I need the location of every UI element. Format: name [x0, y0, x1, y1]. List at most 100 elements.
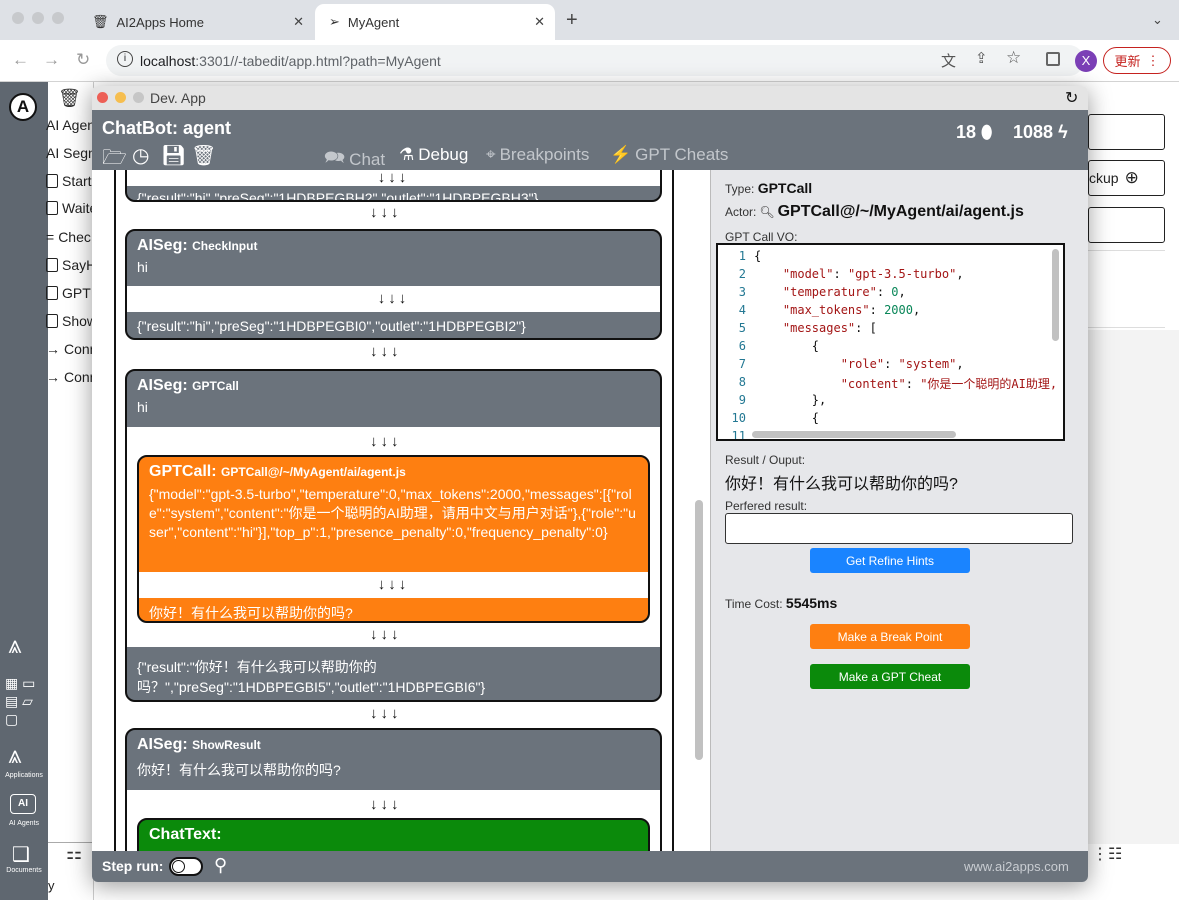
reload-icon[interactable]: ↻	[76, 50, 90, 70]
bg-box[interactable]	[1088, 114, 1165, 150]
documents-icon[interactable]: ❑	[12, 842, 30, 867]
tab-debug[interactable]: ⚗ Debug	[399, 145, 468, 165]
window-close-dot[interactable]	[12, 12, 24, 24]
search-icon[interactable]: ⚲	[214, 855, 227, 876]
tree-icon[interactable]: ⚏	[48, 842, 94, 870]
seg-result: {"result":"你好！有什么我可以帮助你的吗？","preSeg":"1H…	[137, 659, 486, 695]
flow-arrows: ↓↓↓	[370, 705, 402, 722]
vo-label: GPT Call VO:	[725, 230, 798, 244]
kebab-menu-icon: ⋮	[1146, 52, 1160, 68]
sliders-icon[interactable]: ⋮☷	[1088, 844, 1179, 872]
counter-value: 1088	[1013, 122, 1054, 142]
gpt-vo-code-editor[interactable]: 1 {2 "model": "gpt-3.5-turbo", 3 "temperat…	[716, 243, 1065, 441]
bg-backup-button[interactable]: ckup ⊕	[1088, 160, 1165, 196]
bg-box[interactable]	[1088, 207, 1165, 243]
rail-label-documents: Documents	[6, 867, 42, 874]
debug-trace-pane[interactable]: ↓↓↓ {"result":"hi","preSeg":"1HDBPEGBH2"…	[92, 170, 710, 851]
rail-label-ai-agents: AI Agents	[9, 820, 39, 827]
bg-tree-item[interactable]: = Chec	[46, 229, 92, 245]
sidepanel-icon[interactable]	[1046, 52, 1060, 66]
trash-icon[interactable]: 🗑	[191, 143, 216, 168]
flow-arrows: ↓↓↓	[127, 286, 660, 312]
bg-tree-item[interactable]: AI Segn	[46, 145, 92, 161]
flow-arrows: ↓↓↓	[370, 343, 402, 360]
trace-seg-previous[interactable]: ↓↓↓ {"result":"hi","preSeg":"1HDBPEGBH2"…	[125, 170, 662, 202]
profile-avatar[interactable]: X	[1075, 50, 1097, 72]
window-zoom-dot[interactable]	[52, 12, 64, 24]
new-tab-icon[interactable]: +	[566, 9, 578, 32]
browser-tab-home[interactable]: 🗑 AI2Apps Home ✕	[78, 4, 314, 40]
ai-agents-icon[interactable]: AI	[10, 794, 36, 814]
app-header: ChatBot: agent 🗁 ◷ 💾︎ 🗑 🗪 Chat ⚗ Debug ⌖ Br…	[92, 110, 1088, 170]
chattext-header: ChatText:	[149, 826, 222, 843]
tab-gpt-cheats[interactable]: ⚡ GPT Cheats	[610, 145, 728, 165]
make-gpt-cheat-button[interactable]: Make a GPT Cheat	[810, 664, 970, 689]
toggle-knob	[172, 860, 185, 873]
trace-seg-checkinput[interactable]: AISeg: CheckInput hi ↓↓↓ {"result":"hi",…	[125, 229, 662, 340]
close-icon[interactable]: ✕	[293, 14, 304, 30]
code-line: {	[754, 411, 820, 425]
dialog-zoom-dot[interactable]	[133, 92, 144, 103]
bg-item-label: Waite	[62, 200, 92, 216]
ai2apps-logo-icon[interactable]: A	[9, 93, 37, 121]
tab-breakpoints[interactable]: ⌖ Breakpoints	[486, 145, 589, 165]
chevron-down-icon[interactable]: ⌄	[1152, 12, 1163, 28]
check-clock-icon[interactable]: ◷	[132, 143, 149, 168]
share-icon[interactable]: ⇪	[975, 49, 988, 67]
update-button[interactable]: 更新 ⋮	[1103, 47, 1171, 74]
seg-input: hi	[137, 399, 148, 415]
address-bar[interactable]: i localhost:3301//-tabedit/app.html?path…	[106, 45, 1084, 76]
gptcall-box[interactable]: GPTCall: GPTCall@/~/MyAgent/ai/agent.js …	[137, 455, 650, 623]
refresh-icon[interactable]: ↻	[1065, 88, 1078, 108]
trace-seg-gptcall[interactable]: AISeg: GPTCall hi ↓↓↓ GPTCall: GPTCall@/…	[125, 369, 662, 702]
window-minimize-dot[interactable]	[32, 12, 44, 24]
bg-tree-item[interactable]: Show	[46, 313, 92, 329]
close-icon[interactable]: ✕	[534, 14, 545, 30]
actor-value[interactable]: GPTCall@/~/MyAgent/ai/agent.js	[778, 203, 1024, 221]
make-break-point-button[interactable]: Make a Break Point	[810, 624, 970, 649]
browser-tab-myagent[interactable]: ➢ MyAgent ✕	[315, 4, 555, 40]
line-number: 11	[731, 429, 746, 441]
result-value: 你好！有什么我可以帮助你的吗?	[725, 476, 958, 493]
trace-scrollbar[interactable]	[695, 500, 703, 760]
step-run-toggle[interactable]	[169, 857, 203, 876]
app-left-rail: A ⩓ ▦ ▭ ▤ ▱ ▢ ⩓ Applications AI AI Agents …	[0, 82, 48, 900]
code-hscrollbar[interactable]	[752, 431, 956, 438]
bg-tree-item[interactable]: →Conn	[46, 341, 92, 357]
translate-icon[interactable]: 文	[941, 50, 956, 71]
bolt-icon: ⚡	[610, 145, 632, 164]
bg-item-label: Chec	[58, 229, 91, 245]
site-link[interactable]: www.ai2apps.com	[964, 859, 1069, 874]
tab-label: GPT Cheats	[635, 145, 729, 164]
bg-tree-item[interactable]: Start	[46, 173, 92, 189]
trash-icon[interactable]: 🗑	[58, 88, 81, 109]
coin-icon: ⬮	[981, 122, 993, 142]
bg-item-label: Start	[62, 173, 92, 189]
chattext-box[interactable]: ChatText:	[137, 818, 650, 851]
back-icon[interactable]: ←	[12, 50, 29, 70]
code-vscrollbar[interactable]	[1052, 249, 1059, 341]
dialog-close-dot[interactable]	[97, 92, 108, 103]
save-icon[interactable]: 💾︎	[161, 143, 186, 168]
time-label: Time Cost:	[725, 597, 783, 611]
dialog-minimize-dot[interactable]	[115, 92, 126, 103]
bg-tree-item[interactable]: AI Agen	[46, 117, 92, 133]
step-run-label: Step run:	[102, 858, 164, 874]
line-number: 6	[738, 339, 746, 353]
tools-grid-icon[interactable]: ▦ ▭ ▤ ▱ ▢	[5, 674, 35, 728]
trace-seg-showresult[interactable]: AISeg: ShowResult 你好！有什么我可以帮助你的吗? ↓↓↓ Ch…	[125, 728, 662, 851]
applications-icon[interactable]: ⩓	[8, 742, 22, 770]
forward-icon[interactable]: →	[43, 50, 60, 70]
star-icon[interactable]: ☆	[1006, 48, 1021, 68]
get-refine-hints-button[interactable]: Get Refine Hints	[810, 548, 970, 573]
preferred-result-input[interactable]	[725, 513, 1073, 544]
app-launch-icon[interactable]: ⩓	[8, 632, 22, 660]
rail-label-applications: Applications	[5, 772, 43, 779]
bg-tree-item[interactable]: →Conn	[46, 369, 92, 385]
magnifier-icon[interactable]: 🔍︎	[759, 205, 774, 219]
bg-tree-item[interactable]: GPT	[46, 285, 92, 301]
bg-tree-item[interactable]: Waite	[46, 200, 92, 216]
info-icon[interactable]: i	[117, 51, 133, 67]
bg-area	[1088, 330, 1179, 844]
bg-tree-item[interactable]: SayH	[46, 257, 92, 273]
